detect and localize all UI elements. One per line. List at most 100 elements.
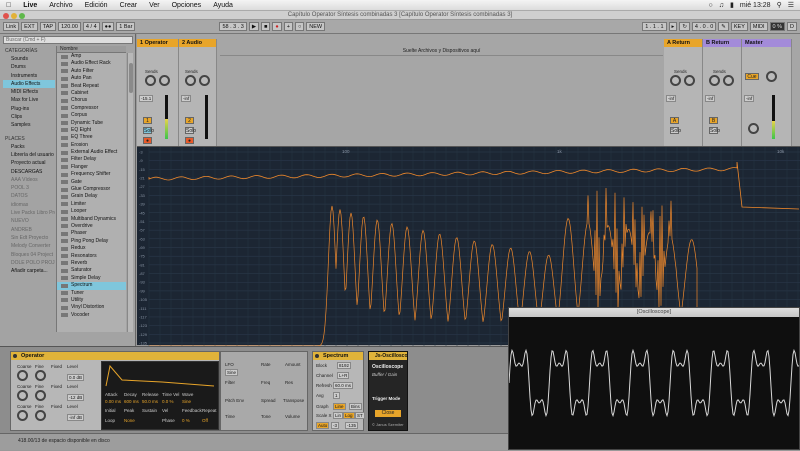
category-midi-effects[interactable]: MIDI Effects bbox=[3, 88, 55, 96]
browser-item[interactable]: Looper bbox=[57, 208, 126, 215]
device-title[interactable]: Spectrum bbox=[313, 352, 363, 360]
metronome-button[interactable]: ●● bbox=[101, 22, 115, 31]
level-value[interactable]: 0.0 dB bbox=[67, 374, 85, 381]
category-audio-effects[interactable]: Audio Effects bbox=[3, 79, 55, 89]
place-item[interactable]: Live Packs Libro Pro bbox=[3, 209, 55, 217]
scrollbar-thumb[interactable] bbox=[129, 63, 133, 93]
name-column-header[interactable]: Nombre bbox=[57, 46, 126, 53]
lfo-wave-menu[interactable]: Sine bbox=[225, 369, 239, 376]
ext-sync-button[interactable]: EXT bbox=[21, 22, 38, 31]
loop-mode-value[interactable]: None bbox=[124, 418, 135, 423]
browser-item[interactable]: Auto Filter bbox=[57, 68, 126, 75]
menu-edicion[interactable]: Edición bbox=[79, 2, 114, 9]
browser-item[interactable]: Saturator bbox=[57, 267, 126, 274]
browser-item[interactable]: Overdrive bbox=[57, 223, 126, 230]
js-oscilloscope-device[interactable]: Js-Oscilloscope Oscilloscope Buffer / Ga… bbox=[368, 351, 408, 431]
time-vel-value[interactable]: 0.0 % bbox=[162, 399, 174, 404]
send-a-knob[interactable] bbox=[145, 75, 156, 86]
send-a-knob[interactable] bbox=[185, 75, 196, 86]
block-menu[interactable]: 8192 bbox=[337, 362, 352, 369]
coarse-knob[interactable] bbox=[17, 370, 28, 381]
release-value[interactable]: 50.0 ms bbox=[142, 399, 158, 404]
scale-st-button[interactable]: ST bbox=[355, 412, 365, 419]
browser-item[interactable]: Auto Pan bbox=[57, 75, 126, 82]
minimize-window-button[interactable] bbox=[11, 13, 17, 19]
operator-global-section[interactable]: LFO Rate Amount Sine Filter Freq Res Pit… bbox=[220, 351, 308, 431]
browser-item[interactable]: Amp bbox=[57, 53, 126, 60]
loop-start-field[interactable]: 1 . 1 . 1 bbox=[642, 22, 667, 31]
browser-item[interactable]: Audio Effect Rack bbox=[57, 60, 126, 67]
category-instruments[interactable]: Instruments bbox=[3, 72, 55, 80]
send-knob[interactable] bbox=[684, 75, 695, 86]
browser-item[interactable]: Compressor bbox=[57, 105, 126, 112]
arrangement-position[interactable]: 58 . 3 . 3 bbox=[219, 22, 247, 31]
avg-value[interactable]: 1 bbox=[333, 392, 340, 399]
oscilloscope-window[interactable]: [Oscilloscope] bbox=[508, 307, 800, 450]
place-item[interactable]: Librería del usuario bbox=[3, 151, 55, 159]
browser-item[interactable]: Glue Compressor bbox=[57, 186, 126, 193]
close-scope-button[interactable]: Close bbox=[375, 410, 401, 417]
quantization-menu[interactable]: 1 Bar bbox=[116, 22, 136, 31]
track-header[interactable]: Master bbox=[742, 39, 791, 47]
track-header[interactable]: 1 Operator bbox=[137, 39, 178, 47]
apple-icon[interactable]:  bbox=[0, 2, 17, 9]
spectrum-device[interactable]: Spectrum Block 8192 Channel L+R Refresh … bbox=[312, 351, 365, 431]
operator-device[interactable]: Operator Coarse Fine Fixed Level 0.0 dB … bbox=[10, 351, 220, 431]
place-item[interactable]: Melody Converter bbox=[3, 242, 55, 250]
volume-icon[interactable]: ♫ bbox=[719, 2, 724, 9]
category-max-for-live[interactable]: Max for Live bbox=[3, 96, 55, 104]
browser-item[interactable]: Utility bbox=[57, 297, 126, 304]
attack-value[interactable]: 0.00 ms bbox=[105, 399, 121, 404]
browser-item[interactable]: Chorus bbox=[57, 97, 126, 104]
device-title[interactable]: Operator bbox=[11, 352, 219, 360]
cue-button[interactable]: Cue bbox=[745, 73, 759, 80]
feedback-value[interactable]: 0 % bbox=[182, 418, 190, 423]
solo-button[interactable]: Solo bbox=[143, 127, 154, 134]
fine-knob[interactable] bbox=[35, 410, 46, 421]
browser-item[interactable]: Vinyl Distortion bbox=[57, 304, 126, 311]
browser-item[interactable]: Redux bbox=[57, 245, 126, 252]
overdub-button[interactable]: + bbox=[283, 22, 293, 31]
refresh-value[interactable]: 60.0 ms bbox=[333, 382, 354, 389]
category-drums[interactable]: Drums bbox=[3, 63, 55, 71]
browser-item[interactable]: Simple Delay bbox=[57, 275, 126, 282]
track-header[interactable]: B Return bbox=[703, 39, 741, 47]
scale-lin-button[interactable]: Lin bbox=[333, 412, 344, 419]
punch-in-button[interactable]: ▸ bbox=[668, 22, 678, 31]
volume-value[interactable]: -inf bbox=[666, 95, 677, 102]
track-b-return[interactable]: B Return Sends -inf B Solo bbox=[703, 39, 742, 146]
menu-opciones[interactable]: Opciones bbox=[166, 2, 208, 9]
range-min-value[interactable]: -135 bbox=[345, 422, 359, 429]
zoom-window-button[interactable] bbox=[19, 13, 25, 19]
place-item[interactable]: AAA Vídeos bbox=[3, 176, 55, 184]
decay-value[interactable]: 600 ms bbox=[124, 399, 139, 404]
send-knob[interactable] bbox=[709, 75, 720, 86]
solo-button[interactable]: Solo bbox=[185, 127, 196, 134]
cue-volume-knob[interactable] bbox=[766, 71, 777, 82]
category-sounds[interactable]: Sounds bbox=[3, 55, 55, 63]
link-button[interactable]: Link bbox=[3, 22, 20, 31]
place-item[interactable]: Proyecto actual bbox=[3, 159, 55, 167]
place-item[interactable]: ANDREB bbox=[3, 226, 55, 234]
track-a-return[interactable]: A Return Sends -inf A Solo bbox=[664, 39, 703, 146]
browser-item[interactable]: Frequency Shifter bbox=[57, 171, 126, 178]
track-activator-button[interactable]: A bbox=[670, 117, 679, 124]
menu-app-live[interactable]: Live bbox=[17, 2, 43, 9]
channel-menu[interactable]: L+R bbox=[337, 372, 350, 379]
place-item[interactable]: DOLE POLO PROJ bbox=[3, 259, 55, 267]
automation-arm-button[interactable]: ○ bbox=[294, 22, 305, 31]
scale-log-button[interactable]: Log bbox=[343, 412, 355, 419]
browser-item[interactable]: Cabinet bbox=[57, 90, 126, 97]
midi-map-button[interactable]: MIDI bbox=[749, 22, 768, 31]
tap-tempo-button[interactable]: TAP bbox=[39, 22, 57, 31]
place-item[interactable]: NUEVO bbox=[3, 217, 55, 225]
spotlight-icon[interactable]: ⚲ bbox=[777, 1, 782, 9]
track-2-audio[interactable]: 2 Audio Sends -inf 2 Solo ● bbox=[179, 39, 217, 146]
arm-button[interactable]: ● bbox=[143, 137, 152, 144]
send-knob[interactable] bbox=[670, 75, 681, 86]
browser-item[interactable]: Spectrum bbox=[57, 282, 126, 290]
send-b-knob[interactable] bbox=[199, 75, 210, 86]
browser-search-input[interactable]: Buscar (Cmd + F) bbox=[3, 36, 133, 44]
category-plug-ins[interactable]: Plug-ins bbox=[3, 105, 55, 113]
track-master[interactable]: Master Cue -inf bbox=[742, 39, 792, 146]
